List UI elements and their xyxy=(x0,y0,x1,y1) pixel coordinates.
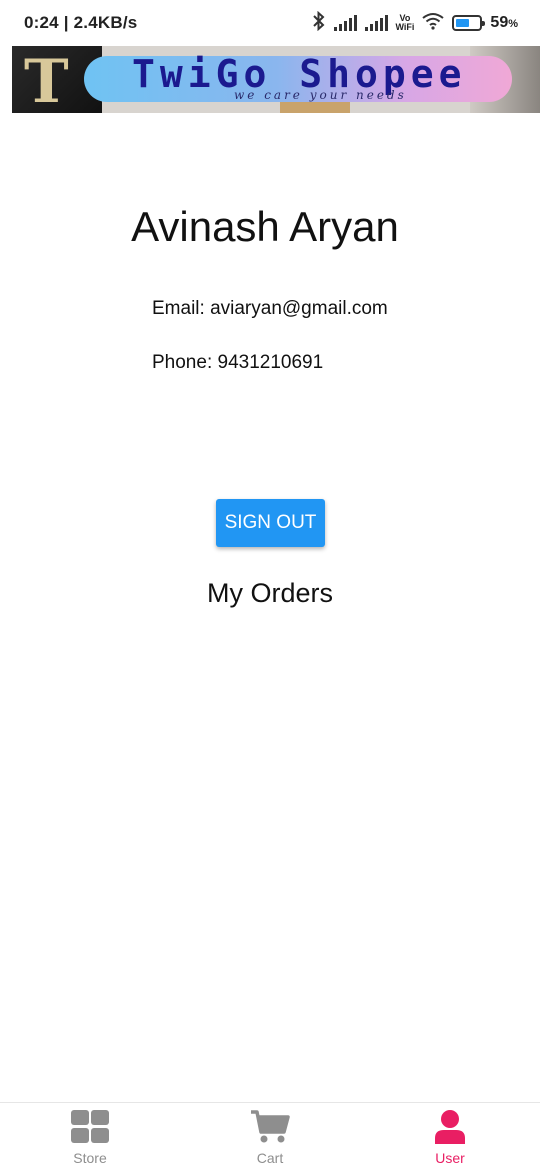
status-bar: 0:24 | 2.4KB/s Vo WiFi 59% xyxy=(0,0,540,46)
user-email: Email: aviaryan@gmail.com xyxy=(152,298,388,319)
grid-icon xyxy=(70,1110,110,1144)
tab-user[interactable]: User xyxy=(360,1103,540,1170)
time-and-speed: 0:24 | 2.4KB/s xyxy=(24,13,138,32)
battery-percent: 59% xyxy=(490,14,518,31)
bottom-tab-bar: Store Cart User xyxy=(0,1102,540,1170)
user-icon xyxy=(430,1110,470,1144)
vowifi-icon: Vo WiFi xyxy=(395,13,415,32)
tab-user-label: User xyxy=(435,1150,465,1166)
logo-t-icon: T xyxy=(24,47,69,113)
tab-cart-label: Cart xyxy=(256,1150,284,1166)
tab-store[interactable]: Store xyxy=(0,1103,180,1170)
battery-icon xyxy=(452,15,486,31)
signal-icon-2 xyxy=(364,15,388,31)
user-name: Avinash Aryan xyxy=(131,203,399,250)
tab-cart[interactable]: Cart xyxy=(180,1103,360,1170)
brand-tagline: we care your needs xyxy=(234,88,407,102)
my-orders-title: My Orders xyxy=(206,578,333,608)
sign-out-button[interactable]: SIGN OUT xyxy=(216,499,325,547)
header-banner: T TwiGo Shopee we care your needs xyxy=(12,46,540,113)
signal-icon xyxy=(333,15,357,31)
user-phone: Phone: 9431210691 xyxy=(152,352,324,373)
wifi-icon xyxy=(422,12,445,35)
bluetooth-icon xyxy=(312,10,326,36)
battery-fill xyxy=(456,19,470,27)
tab-store-label: Store xyxy=(73,1150,107,1166)
cart-icon xyxy=(250,1110,290,1144)
status-icons: Vo WiFi 59% xyxy=(312,10,518,36)
